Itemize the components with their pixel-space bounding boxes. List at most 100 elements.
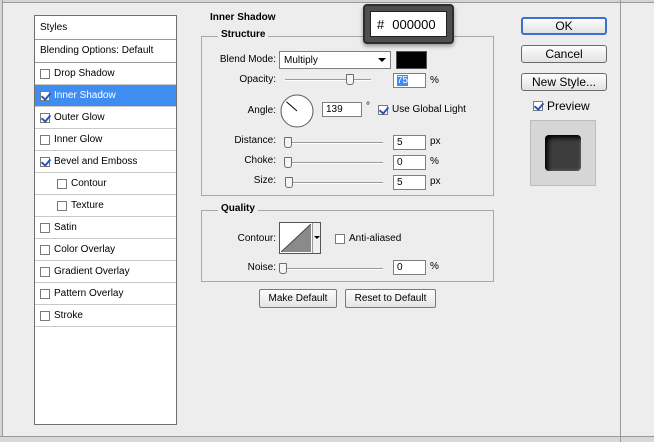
style-item-checkbox[interactable] xyxy=(40,244,50,255)
style-item-label: Stroke xyxy=(54,310,83,321)
angle-unit: ° xyxy=(366,101,370,112)
window-frame-right-divider xyxy=(620,0,621,442)
style-item[interactable]: Stroke xyxy=(35,305,176,327)
distance-slider-track[interactable] xyxy=(285,142,383,144)
style-item[interactable]: Inner Glow xyxy=(35,129,176,151)
reset-to-default-button[interactable]: Reset to Default xyxy=(345,289,436,308)
style-item[interactable]: Drop Shadow xyxy=(35,63,176,85)
angle-label: Angle: xyxy=(247,105,276,116)
use-global-light-box[interactable] xyxy=(378,104,388,115)
noise-label: Noise: xyxy=(247,262,276,273)
opacity-value: 75 xyxy=(397,75,409,86)
style-item-label: Satin xyxy=(54,222,77,233)
color-hex-field[interactable]: # 000000 xyxy=(370,11,447,37)
style-item-checkbox[interactable] xyxy=(57,200,67,211)
style-item[interactable]: Gradient Overlay xyxy=(35,261,176,283)
inner-shadow-title: Inner Shadow xyxy=(207,12,279,23)
styles-header[interactable]: Styles xyxy=(35,16,176,40)
contour-label: Contour: xyxy=(237,233,276,244)
noise-slider-thumb[interactable] xyxy=(279,263,287,274)
angle-input[interactable]: 139 xyxy=(322,102,362,117)
choke-slider-track[interactable] xyxy=(285,162,383,164)
anti-aliased-checkbox[interactable]: Anti-aliased xyxy=(335,233,401,244)
style-item-label: Gradient Overlay xyxy=(54,266,130,277)
shadow-color-swatch[interactable] xyxy=(396,51,427,69)
style-item-checkbox[interactable] xyxy=(40,134,50,145)
style-item-checkbox[interactable] xyxy=(40,266,50,277)
preview-swatch xyxy=(545,135,581,171)
style-item[interactable]: Contour xyxy=(35,173,176,195)
color-hex-tooltip: # 000000 xyxy=(363,4,454,44)
opacity-label: Opacity: xyxy=(239,74,276,85)
window-frame-top xyxy=(0,0,654,3)
size-slider-track[interactable] xyxy=(285,182,383,184)
make-default-button[interactable]: Make Default xyxy=(259,289,337,308)
angle-dial-icon[interactable] xyxy=(279,93,315,129)
opacity-slider-thumb[interactable] xyxy=(345,74,354,85)
contour-dropdown[interactable] xyxy=(312,223,320,253)
style-item-label: Texture xyxy=(71,200,104,211)
style-item-label: Inner Shadow xyxy=(54,90,116,101)
style-item[interactable]: Texture xyxy=(35,195,176,217)
size-input[interactable]: 5 xyxy=(393,175,426,190)
style-item[interactable]: Bevel and Emboss xyxy=(35,151,176,173)
blending-options-item[interactable]: Blending Options: Default xyxy=(35,40,176,63)
structure-title: Structure xyxy=(218,29,269,40)
window-frame-left xyxy=(0,0,3,442)
style-item[interactable]: Inner Shadow xyxy=(35,85,176,107)
ok-button[interactable]: OK xyxy=(521,17,607,35)
style-item-label: Bevel and Emboss xyxy=(54,156,138,167)
style-item-checkbox[interactable] xyxy=(40,68,50,79)
hex-value: 000000 xyxy=(392,16,436,32)
blend-mode-label: Blend Mode: xyxy=(219,54,276,65)
opacity-input[interactable]: 75 xyxy=(393,73,426,88)
noise-slider-track[interactable] xyxy=(282,268,383,270)
style-item-label: Outer Glow xyxy=(54,112,105,123)
style-item[interactable]: Color Overlay xyxy=(35,239,176,261)
style-item-label: Inner Glow xyxy=(54,134,103,145)
style-item-checkbox[interactable] xyxy=(40,112,50,123)
chevron-down-icon xyxy=(314,236,320,239)
size-slider-thumb[interactable] xyxy=(285,177,293,188)
style-item-label: Pattern Overlay xyxy=(54,288,124,299)
style-item-checkbox[interactable] xyxy=(40,288,50,299)
style-item-checkbox[interactable] xyxy=(40,310,50,321)
distance-slider-thumb[interactable] xyxy=(284,137,292,148)
use-global-light-checkbox[interactable]: Use Global Light xyxy=(378,104,466,115)
anti-aliased-label: Anti-aliased xyxy=(349,233,402,244)
window-frame-bottom xyxy=(0,436,654,442)
style-item[interactable]: Outer Glow xyxy=(35,107,176,129)
style-item-checkbox[interactable] xyxy=(40,90,50,101)
new-style-button[interactable]: New Style... xyxy=(521,73,607,91)
preview-box[interactable] xyxy=(533,101,543,111)
style-item-checkbox[interactable] xyxy=(40,222,50,233)
cancel-button[interactable]: Cancel xyxy=(521,45,607,63)
style-item-checkbox[interactable] xyxy=(57,178,67,189)
anti-aliased-box[interactable] xyxy=(335,233,345,244)
hex-hash: # xyxy=(377,16,385,32)
choke-input[interactable]: 0 xyxy=(393,155,426,170)
noise-unit: % xyxy=(430,261,439,272)
noise-input[interactable]: 0 xyxy=(393,260,426,275)
preview-checkbox[interactable]: Preview xyxy=(533,99,590,113)
contour-preview-icon xyxy=(281,224,311,252)
style-item-label: Contour xyxy=(71,178,107,189)
choke-label: Choke: xyxy=(244,155,276,166)
opacity-unit: % xyxy=(430,75,439,86)
opacity-slider-track[interactable] xyxy=(285,79,371,81)
distance-label: Distance: xyxy=(234,135,276,146)
preview-label: Preview xyxy=(547,99,590,113)
style-item[interactable]: Pattern Overlay xyxy=(35,283,176,305)
styles-panel: Styles Blending Options: Default Drop Sh… xyxy=(34,15,177,425)
choke-slider-thumb[interactable] xyxy=(284,157,292,168)
distance-unit: px xyxy=(430,136,441,147)
blend-mode-select[interactable]: Multiply xyxy=(279,51,391,69)
contour-picker[interactable] xyxy=(279,222,321,254)
choke-unit: % xyxy=(430,156,439,167)
style-item-label: Drop Shadow xyxy=(54,68,115,79)
style-preview-thumbnail xyxy=(530,120,596,186)
chevron-down-icon xyxy=(378,58,386,62)
style-item[interactable]: Satin xyxy=(35,217,176,239)
distance-input[interactable]: 5 xyxy=(393,135,426,150)
style-item-checkbox[interactable] xyxy=(40,156,50,167)
